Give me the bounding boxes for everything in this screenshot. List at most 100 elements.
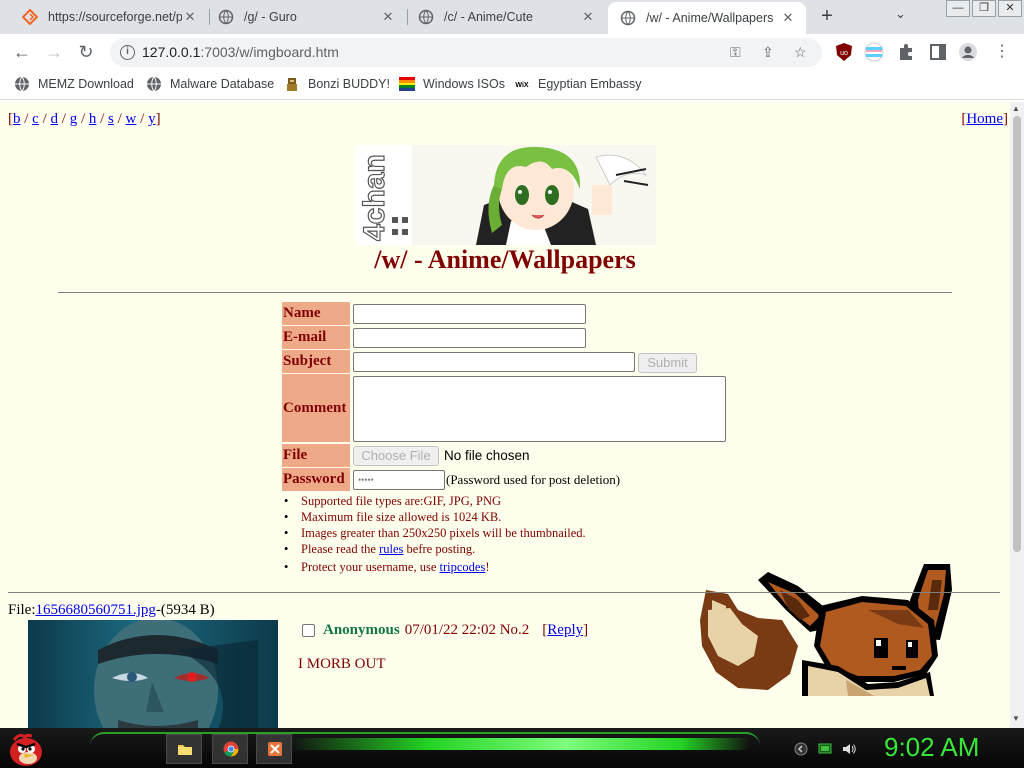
bookmark-label: Malware Database	[170, 77, 275, 91]
board-title: /w/ - Anime/Wallpapers	[374, 245, 636, 274]
url-text[interactable]: 127.0.0.1:7003/w/imgboard.htm	[142, 44, 339, 60]
board-link-y[interactable]: y	[148, 111, 156, 127]
wix-icon: WiX	[515, 82, 528, 89]
taskbar-clock[interactable]: 9:02 AM	[884, 732, 979, 763]
subject-field[interactable]	[353, 352, 635, 372]
board-link-b[interactable]: b	[13, 111, 21, 127]
extension-flag-icon[interactable]	[864, 42, 884, 62]
comment-label: Comment	[282, 374, 350, 442]
page-scrollbar[interactable]: ▲ ▼	[1010, 102, 1024, 728]
comment-textarea[interactable]	[353, 376, 726, 442]
choose-file-button[interactable]: Choose File	[353, 446, 439, 466]
ublock-icon[interactable]: uo	[834, 42, 854, 62]
network-icon[interactable]	[818, 742, 832, 756]
puzzle-icon[interactable]	[896, 42, 916, 62]
post-author: Anonymous	[323, 622, 400, 638]
reply-link[interactable]: Reply	[547, 622, 583, 638]
folder-icon	[178, 745, 192, 755]
taskbar-app-folder[interactable]	[166, 734, 202, 764]
bonzi-icon	[287, 78, 297, 91]
name-field[interactable]	[353, 304, 586, 324]
bookmark-bonzi[interactable]: Bonzi BUDDY!	[284, 76, 390, 92]
submit-button[interactable]: Submit	[638, 353, 697, 373]
forward-button[interactable]: →	[42, 40, 66, 64]
bookmarks-bar: MEMZ Download Malware Database Bonzi BUD…	[0, 70, 1024, 100]
star-icon[interactable]: ☆	[794, 44, 807, 61]
back-button[interactable]: ←	[10, 40, 34, 64]
board-banner: 4chan	[356, 145, 656, 245]
share-icon[interactable]: ⇪	[762, 44, 774, 61]
volume-icon[interactable]	[842, 742, 856, 756]
bookmark-label: MEMZ Download	[38, 77, 134, 91]
close-icon[interactable]: ✕	[780, 10, 796, 26]
close-icon[interactable]: ✕	[182, 9, 198, 25]
address-bar[interactable]: i 127.0.0.1:7003/w/imgboard.htm ⚿ ⇪ ☆	[110, 38, 822, 67]
site-info-icon[interactable]: i	[120, 45, 135, 60]
email-field[interactable]	[353, 328, 586, 348]
maximize-button[interactable]: ❐	[972, 0, 996, 17]
minimize-button[interactable]: —	[946, 0, 970, 17]
start-button-angry-bird-icon[interactable]	[4, 730, 48, 766]
profile-icon[interactable]	[958, 42, 978, 62]
reload-button[interactable]: ↻	[74, 40, 98, 64]
board-link-h[interactable]: h	[89, 111, 97, 127]
bookmark-windows-isos[interactable]: Windows ISOs	[399, 76, 505, 92]
board-link-s[interactable]: s	[108, 111, 114, 127]
password-field[interactable]: •••••	[353, 470, 445, 490]
scroll-up-icon[interactable]: ▲	[1012, 104, 1020, 113]
password-label: Password	[282, 468, 350, 491]
tab-wallpapers[interactable]: /w/ - Anime/Wallpapers ✕	[608, 2, 806, 34]
windows-flag-icon	[399, 77, 415, 91]
post-thumbnail[interactable]	[28, 620, 278, 728]
bookmark-malware-db[interactable]: Malware Database	[146, 76, 274, 92]
tab-title: /c/ - Anime/Cute	[444, 10, 533, 24]
divider	[58, 292, 952, 293]
scroll-down-icon[interactable]: ▼	[1012, 714, 1020, 723]
bookmark-label: Windows ISOs	[423, 77, 505, 91]
tripcodes-link[interactable]: tripcodes	[440, 560, 486, 574]
tab-search-icon[interactable]: ⌄	[895, 6, 906, 22]
rules-link[interactable]: rules	[379, 542, 403, 556]
tab-title: https://sourceforge.net/p	[48, 10, 182, 24]
board-link-w[interactable]: w	[126, 111, 137, 127]
board-link-d[interactable]: d	[51, 111, 59, 127]
sourceforge-icon	[22, 9, 38, 25]
name-label: Name	[282, 302, 350, 325]
post-comment: I MORB OUT	[298, 656, 386, 672]
taskbar-app-other[interactable]	[256, 734, 292, 764]
post-select-checkbox[interactable]	[302, 624, 315, 637]
scrollbar-thumb[interactable]	[1013, 116, 1021, 552]
bookmark-label: Bonzi BUDDY!	[308, 77, 390, 91]
side-panel-icon[interactable]	[928, 42, 948, 62]
home-link[interactable]: Home	[966, 111, 1003, 127]
file-label: File	[282, 444, 350, 467]
globe-icon	[418, 9, 434, 25]
tab-cute[interactable]: /c/ - Anime/Cute ✕	[400, 0, 606, 34]
app-icon	[268, 742, 282, 756]
key-icon[interactable]: ⚿	[730, 44, 741, 61]
board-nav: [b / c / d / g / h / s / w / y]	[8, 111, 161, 127]
menu-kebab-icon[interactable]: ⋮	[990, 40, 1014, 64]
tab-title: /w/ - Anime/Wallpapers	[646, 11, 774, 25]
rule-item: Images greater than 250x250 pixels will …	[282, 526, 586, 542]
taskbar-app-chrome[interactable]	[212, 734, 248, 764]
tab-strip: https://sourceforge.net/p ✕ /g/ - Guro ✕…	[0, 0, 1024, 34]
tab-guro[interactable]: /g/ - Guro ✕	[200, 0, 406, 34]
board-link-g[interactable]: g	[70, 111, 78, 127]
close-icon[interactable]: ✕	[580, 9, 596, 25]
globe-icon	[620, 10, 636, 26]
post-file-link[interactable]: 1656680560751.jpg	[36, 602, 156, 618]
eevee-sprite	[700, 564, 952, 696]
tray-chevron-icon[interactable]	[794, 742, 808, 756]
tab-title: /g/ - Guro	[244, 10, 297, 24]
rule-item: Protect your username, use tripcodes!	[282, 560, 586, 576]
close-window-button[interactable]: ✕	[998, 0, 1022, 17]
tab-sourceforge[interactable]: https://sourceforge.net/p ✕	[4, 0, 208, 34]
close-icon[interactable]: ✕	[380, 9, 396, 25]
new-tab-button[interactable]: +	[816, 5, 838, 27]
taskbar: 9:02 AM	[0, 728, 1024, 768]
bookmark-memz[interactable]: MEMZ Download	[14, 76, 134, 92]
board-link-c[interactable]: c	[32, 111, 39, 127]
post-datetime: 07/01/22 22:02 No.2	[404, 622, 530, 638]
bookmark-egyptian-embassy[interactable]: WiX Egyptian Embassy	[514, 76, 641, 92]
